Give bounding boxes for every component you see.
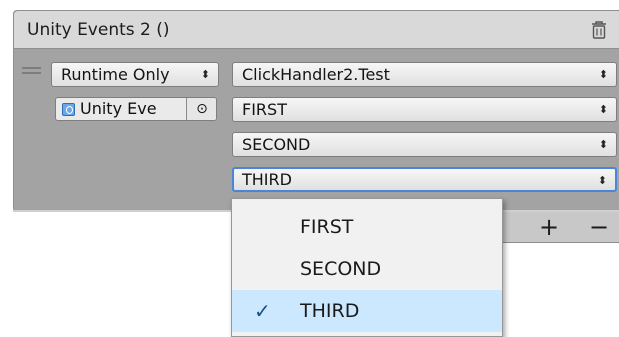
arg-label: THIRD <box>242 170 292 189</box>
object-picker-button[interactable]: ⊙ <box>186 98 216 120</box>
remove-button[interactable]: − <box>589 213 609 241</box>
menu-item-label: FIRST <box>300 216 354 238</box>
add-button[interactable]: + <box>539 213 559 241</box>
arg-dropdown-second[interactable]: SECOND ⬍ <box>232 132 617 157</box>
object-field[interactable]: Unity Eve ⊙ <box>55 97 217 121</box>
gameobject-icon <box>62 103 75 116</box>
arg-dropdown-first[interactable]: FIRST ⬍ <box>232 97 617 122</box>
dropdown-arrow-icon: ⬍ <box>598 103 608 116</box>
object-field-label: Unity Eve <box>80 99 157 118</box>
list-footer: + − <box>488 212 619 243</box>
runtime-only-label: Runtime Only <box>61 65 170 84</box>
menu-item-label: THIRD <box>300 300 360 322</box>
runtime-only-dropdown[interactable]: Runtime Only ⬍ <box>51 62 219 87</box>
arg-label: FIRST <box>242 100 287 119</box>
menu-item-second[interactable]: SECOND <box>232 248 502 290</box>
method-label: ClickHandler2.Test <box>242 65 390 84</box>
menu-item-label: SECOND <box>300 258 382 280</box>
event-header: Unity Events 2 () <box>14 11 619 49</box>
arg-dropdown-third[interactable]: THIRD ⬍ <box>232 167 617 192</box>
trash-icon[interactable] <box>590 20 608 40</box>
menu-item-third[interactable]: ✓ THIRD <box>232 290 502 332</box>
checkmark-icon: ✓ <box>254 299 271 323</box>
dropdown-arrow-icon: ⬍ <box>598 138 608 151</box>
event-title: Unity Events 2 () <box>27 20 170 40</box>
arg-label: SECOND <box>242 135 311 154</box>
drag-handle-icon[interactable] <box>22 67 41 76</box>
method-dropdown[interactable]: ClickHandler2.Test ⬍ <box>232 62 617 87</box>
enum-dropdown-menu: FIRST SECOND ✓ THIRD <box>231 198 503 337</box>
dropdown-arrow-icon: ⬍ <box>598 68 608 81</box>
unity-event-panel: Unity Events 2 () Runtime Only ⬍ ClickHa… <box>13 10 619 212</box>
dropdown-arrow-icon: ⬍ <box>200 68 210 81</box>
dropdown-arrow-icon: ⬍ <box>597 174 607 187</box>
menu-item-first[interactable]: FIRST <box>232 206 502 248</box>
